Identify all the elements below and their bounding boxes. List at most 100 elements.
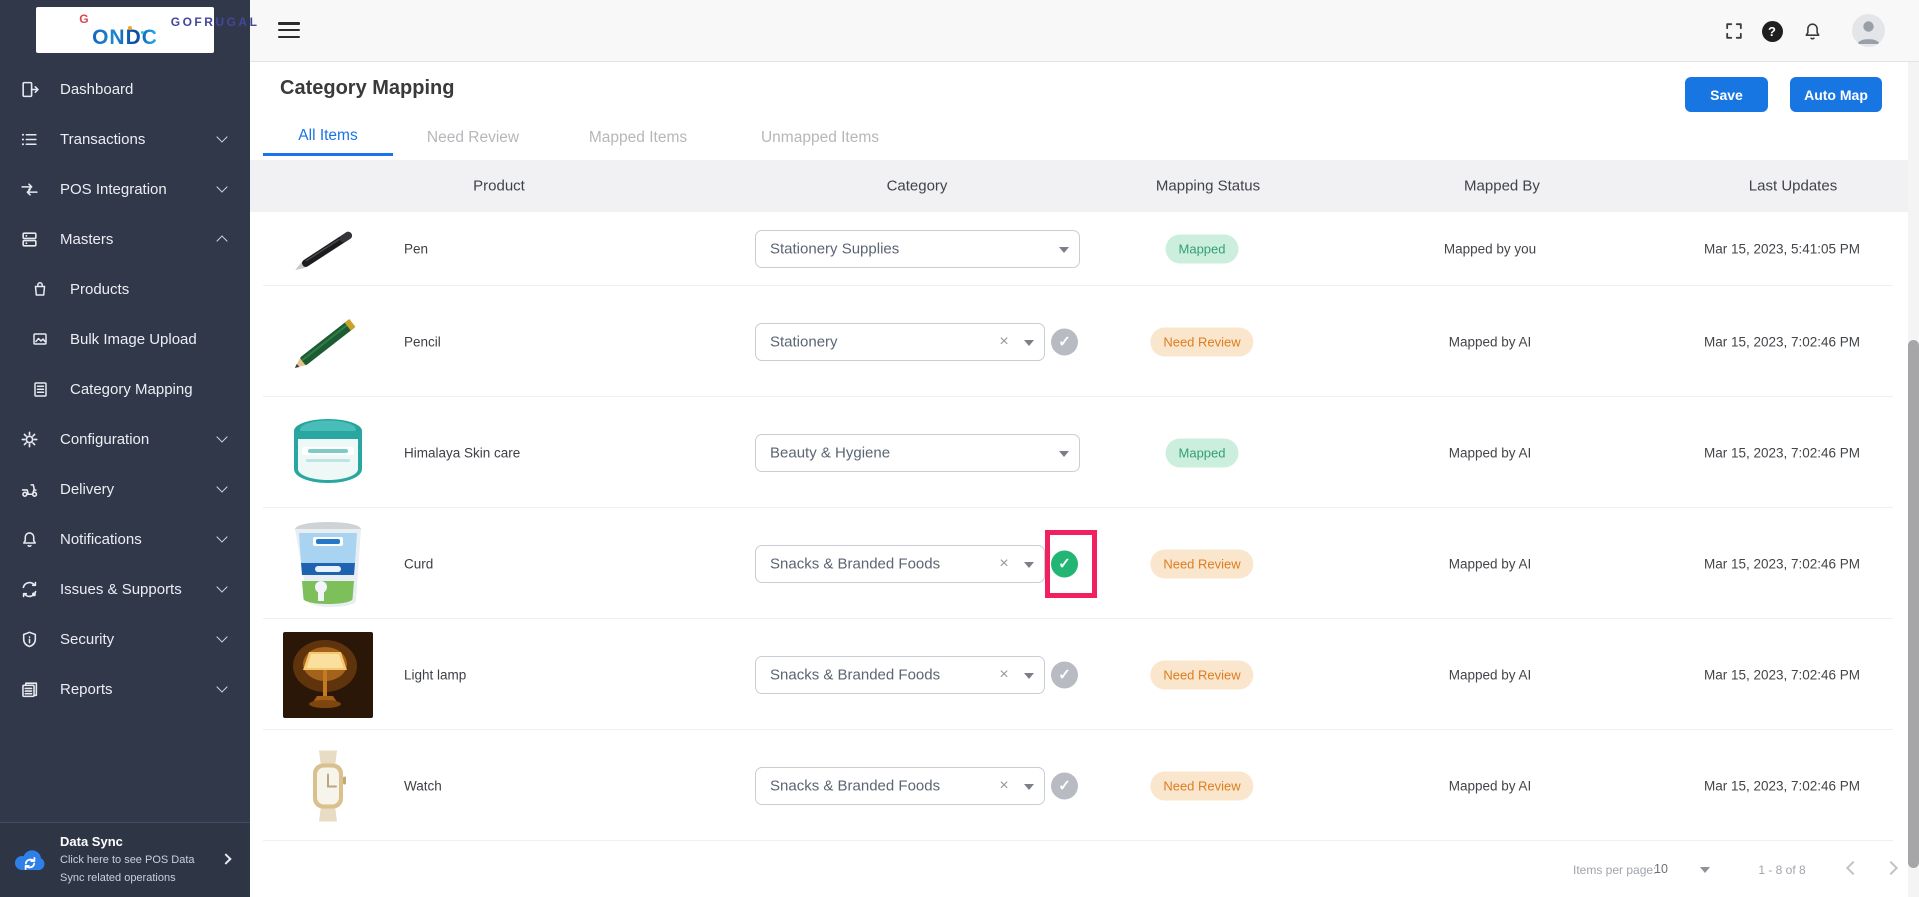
last-update-text: Mar 15, 2023, 5:41:05 PM [1704, 242, 1860, 257]
sidebar-item-issues-supports[interactable]: Issues & Supports [0, 564, 250, 614]
page-title: Category Mapping [280, 77, 454, 100]
product-image-pen [283, 220, 373, 278]
category-select[interactable]: Snacks & Branded Foods [755, 545, 1045, 583]
chevron-down-icon [1024, 784, 1034, 790]
product-image-watch [283, 748, 373, 823]
chevron-down-icon [1024, 562, 1034, 568]
dashboard-icon [19, 79, 39, 99]
status-badge: Mapped [1166, 235, 1239, 264]
category-select[interactable]: Stationery [755, 323, 1045, 361]
mapped-by-text: Mapped by AI [1449, 667, 1532, 682]
sidebar-item-masters[interactable]: Masters [0, 214, 250, 264]
clear-icon[interactable] [997, 777, 1011, 795]
ondc-logo-text: ONDC [92, 27, 158, 48]
column-header-mapped-by: Mapped By [1464, 178, 1540, 195]
fullscreen-icon[interactable] [1722, 19, 1746, 43]
save-button[interactable]: Save [1685, 77, 1768, 112]
items-per-page-label: Items per page: [1573, 863, 1656, 877]
column-header-category: Category [887, 178, 948, 195]
previous-page-button[interactable] [1846, 861, 1860, 875]
column-header-mapping-status: Mapping Status [1156, 178, 1260, 195]
sidebar-item-notifications[interactable]: Notifications [0, 514, 250, 564]
chevron-down-icon [1059, 451, 1069, 457]
sidebar-item-reports[interactable]: Reports [0, 664, 250, 714]
table-body: Pen Stationery Supplies Mapped Mapped by… [250, 212, 1919, 841]
sidebar-item-products[interactable]: Products [0, 264, 250, 314]
data-sync-panel[interactable]: Data Sync Click here to see POS Data Syn… [0, 822, 250, 897]
sidebar-item-dashboard[interactable]: Dashboard [0, 64, 250, 114]
status-badge: Need Review [1150, 549, 1253, 578]
gofrugal-logo-text: GGOFRUGALGOFRUGAL [79, 13, 171, 25]
tab-all-items[interactable]: All Items [263, 119, 393, 156]
hamburger-menu-button[interactable] [278, 22, 300, 39]
chevron-down-icon [216, 481, 227, 492]
chevron-down-icon [1024, 340, 1034, 346]
help-icon[interactable] [1760, 19, 1784, 43]
pagination-bar: Items per page: 10 1 - 8 of 8 [250, 841, 1919, 897]
column-header-product: Product [473, 178, 525, 195]
highlight-annotation-box [1045, 530, 1097, 598]
approve-check-button[interactable] [1051, 661, 1078, 688]
main-content: Category Mapping Save Auto Map All Items… [250, 62, 1919, 897]
mapped-by-text: Mapped by AI [1449, 778, 1532, 793]
sidebar-item-category-mapping[interactable]: Category Mapping [0, 364, 250, 414]
sidebar-item-security[interactable]: Security [0, 614, 250, 664]
column-header-last-updates: Last Updates [1749, 178, 1837, 195]
sidebar-item-transactions[interactable]: Transactions [0, 114, 250, 164]
delivery-scooter-icon [19, 479, 39, 499]
chevron-right-icon[interactable] [220, 853, 231, 864]
tab-bar: All Items Need Review Mapped Items Unmap… [250, 119, 906, 156]
sync-support-icon [19, 579, 39, 599]
next-page-button[interactable] [1884, 861, 1898, 875]
chevron-down-icon [216, 631, 227, 642]
last-update-text: Mar 15, 2023, 7:02:46 PM [1704, 556, 1860, 571]
sidebar-item-bulk-image-upload[interactable]: Bulk Image Upload [0, 314, 250, 364]
user-avatar[interactable] [1852, 14, 1885, 47]
product-name: Pencil [404, 334, 441, 349]
chevron-down-icon[interactable] [1700, 867, 1710, 873]
product-name: Watch [404, 778, 442, 793]
status-badge: Mapped [1166, 438, 1239, 467]
clear-icon[interactable] [997, 666, 1011, 684]
sidebar-item-delivery[interactable]: Delivery [0, 464, 250, 514]
product-name: Light lamp [404, 667, 466, 682]
category-mapping-icon [30, 379, 50, 399]
status-badge: Need Review [1150, 660, 1253, 689]
last-update-text: Mar 15, 2023, 7:02:46 PM [1704, 778, 1860, 793]
product-name: Himalaya Skin care [404, 445, 520, 460]
items-per-page-select[interactable]: 10 [1654, 862, 1668, 876]
mapped-by-text: Mapped by AI [1449, 445, 1532, 460]
chevron-down-icon [1059, 247, 1069, 253]
scrollbar-thumb[interactable] [1908, 340, 1919, 868]
product-image-himalaya [283, 417, 373, 489]
transactions-icon [19, 129, 39, 149]
approve-check-button[interactable] [1051, 328, 1078, 355]
category-select[interactable]: Snacks & Branded Foods [755, 656, 1045, 694]
chevron-down-icon [216, 581, 227, 592]
cloud-sync-icon [11, 842, 49, 880]
category-select[interactable]: Stationery Supplies [755, 230, 1080, 268]
clear-icon[interactable] [997, 333, 1011, 351]
clear-icon[interactable] [997, 555, 1011, 573]
tab-mapped-items[interactable]: Mapped Items [568, 119, 708, 156]
category-select[interactable]: Beauty & Hygiene [755, 434, 1080, 472]
approve-check-button[interactable] [1051, 772, 1078, 799]
product-image-pencil [283, 306, 373, 378]
product-name: Pen [404, 242, 428, 257]
gear-icon [19, 429, 39, 449]
notification-bell-icon[interactable] [1800, 19, 1824, 43]
auto-map-button[interactable]: Auto Map [1790, 77, 1882, 112]
scrollbar-track[interactable] [1908, 62, 1919, 897]
app-logo[interactable]: GGOFRUGALGOFRUGAL ONDC [36, 7, 214, 53]
tab-need-review[interactable]: Need Review [408, 119, 538, 156]
sidebar-item-pos-integration[interactable]: POS Integration [0, 164, 250, 214]
product-name: Curd [404, 556, 433, 571]
tab-unmapped-items[interactable]: Unmapped Items [734, 119, 906, 156]
last-update-text: Mar 15, 2023, 7:02:46 PM [1704, 445, 1860, 460]
table-row: Pen Stationery Supplies Mapped Mapped by… [250, 212, 1919, 286]
sidebar-item-configuration[interactable]: Configuration [0, 414, 250, 464]
category-select[interactable]: Snacks & Branded Foods [755, 767, 1045, 805]
chevron-down-icon [216, 431, 227, 442]
logo-dot-orange [128, 26, 132, 30]
chevron-down-icon [216, 531, 227, 542]
